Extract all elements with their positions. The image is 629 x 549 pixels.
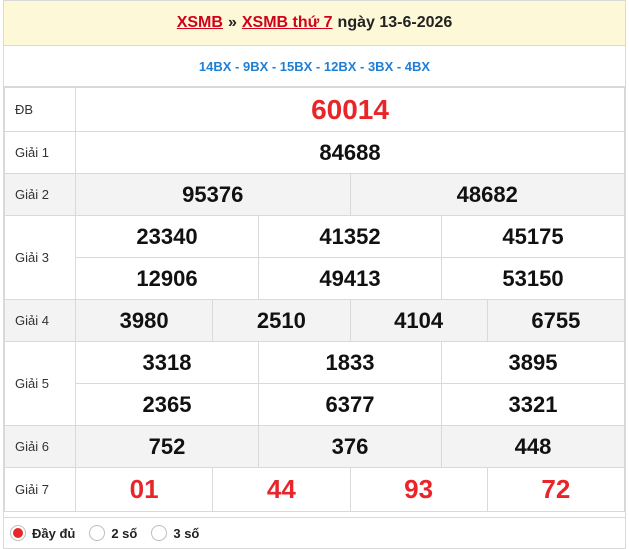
sixth-prize-cell: 752 (75, 425, 259, 468)
seventh-prize-cell: 72 (486, 467, 626, 512)
option-full-label: Đầy đủ (32, 525, 76, 541)
seventh-prize-number: 01 (129, 474, 159, 504)
third-prize-cell: 12906 (75, 257, 259, 300)
third-prize-number: 53150 (502, 265, 564, 291)
third-prize-number: 49413 (319, 265, 381, 291)
fourth-prize-cell: 2510 (212, 299, 351, 342)
seventh-prize-cell: 01 (74, 467, 214, 512)
radio-icon[interactable] (151, 525, 168, 541)
prize-label-g6: Giải 6 (4, 425, 76, 468)
ticket-codes: 14BX - 9BX - 15BX - 12BX - 3BX - 4BX (4, 46, 625, 87)
radio-icon[interactable] (89, 525, 106, 541)
results-header: XSMB » XSMB thứ 7 ngày 13-6-2026 (4, 1, 625, 46)
sixth-prize-number: 752 (148, 433, 186, 459)
first-prize: 84688 (75, 131, 625, 174)
sixth-prize-cell: 376 (258, 425, 442, 468)
fifth-prize-number: 3318 (142, 349, 192, 375)
fifth-prize-cell: 2365 (75, 383, 259, 426)
fourth-prize-number: 6755 (531, 307, 581, 333)
fifth-prize-cell: 3321 (441, 383, 625, 426)
third-prize-number: 45175 (502, 223, 564, 249)
breadcrumb-separator: » (227, 14, 237, 31)
fifth-prize-cell: 6377 (258, 383, 442, 426)
option-3-digits-label: 3 số (173, 525, 200, 541)
third-prize-cell: 53150 (441, 257, 625, 300)
first-prize-number: 84688 (319, 139, 381, 165)
second-prize-number: 95376 (182, 181, 244, 207)
fourth-prize-number: 3980 (119, 307, 169, 333)
fourth-prize-cell: 6755 (486, 299, 626, 342)
seventh-prize-number: 44 (266, 474, 296, 504)
seventh-prize-cell: 93 (349, 467, 488, 512)
fifth-prize-number: 3321 (508, 391, 558, 417)
special-prize: 60014 (75, 87, 625, 132)
prize-label-g1: Giải 1 (4, 131, 76, 174)
second-prize-cell: 95376 (75, 173, 351, 216)
prize-table: ĐB 60014 Giải 1 84688 Giải 2 95376 48682… (4, 87, 626, 512)
seventh-prize-number: 93 (404, 474, 434, 504)
results-panel: XSMB » XSMB thứ 7 ngày 13-6-2026 14BX - … (3, 0, 626, 549)
second-prize-cell: 48682 (349, 173, 625, 216)
prize-label-g4: Giải 4 (4, 299, 76, 342)
prize-label-g7: Giải 7 (4, 467, 76, 512)
prize-label-db: ĐB (4, 87, 76, 132)
option-2-digits[interactable]: 2 số (89, 525, 137, 541)
fifth-prize-number: 6377 (325, 391, 375, 417)
third-prize-number: 23340 (136, 223, 198, 249)
fifth-prize-cell: 3895 (441, 341, 625, 384)
fourth-prize-number: 4104 (394, 307, 444, 333)
fourth-prize-cell: 3980 (74, 299, 214, 342)
third-prize-number: 41352 (319, 223, 381, 249)
prize-label-g5: Giải 5 (4, 341, 76, 426)
fourth-prize-number: 2510 (256, 307, 306, 333)
prize-label-g2: Giải 2 (4, 173, 76, 216)
sixth-prize-cell: 448 (441, 425, 625, 468)
fifth-prize-number: 2365 (142, 391, 192, 417)
option-full[interactable]: Đầy đủ (10, 525, 75, 541)
sixth-prize-number: 376 (331, 433, 369, 459)
prize-label-g3: Giải 3 (4, 215, 76, 300)
display-options: Đầy đủ 2 số 3 số (4, 517, 625, 548)
third-prize-number: 12906 (136, 265, 198, 291)
fourth-prize-cell: 4104 (349, 299, 488, 342)
fifth-prize-number: 1833 (325, 349, 375, 375)
sixth-prize-number: 448 (514, 433, 552, 459)
seventh-prize-cell: 44 (212, 467, 351, 512)
option-3-digits[interactable]: 3 số (151, 525, 199, 541)
fifth-prize-cell: 3318 (75, 341, 259, 384)
special-prize-number: 60014 (311, 93, 389, 125)
third-prize-cell: 45175 (441, 215, 625, 258)
third-prize-cell: 49413 (258, 257, 442, 300)
third-prize-cell: 41352 (258, 215, 442, 258)
seventh-prize-number: 72 (541, 474, 571, 504)
second-prize-number: 48682 (456, 181, 518, 207)
xsmb-thu7-link[interactable]: XSMB thứ 7 (242, 14, 333, 32)
xsmb-link[interactable]: XSMB (177, 14, 223, 32)
draw-date: ngày 13-6-2026 (337, 14, 453, 31)
radio-selected-icon[interactable] (10, 525, 26, 541)
option-2-digits-label: 2 số (111, 525, 138, 541)
fifth-prize-cell: 1833 (258, 341, 442, 384)
fifth-prize-number: 3895 (508, 349, 558, 375)
third-prize-cell: 23340 (75, 215, 259, 258)
